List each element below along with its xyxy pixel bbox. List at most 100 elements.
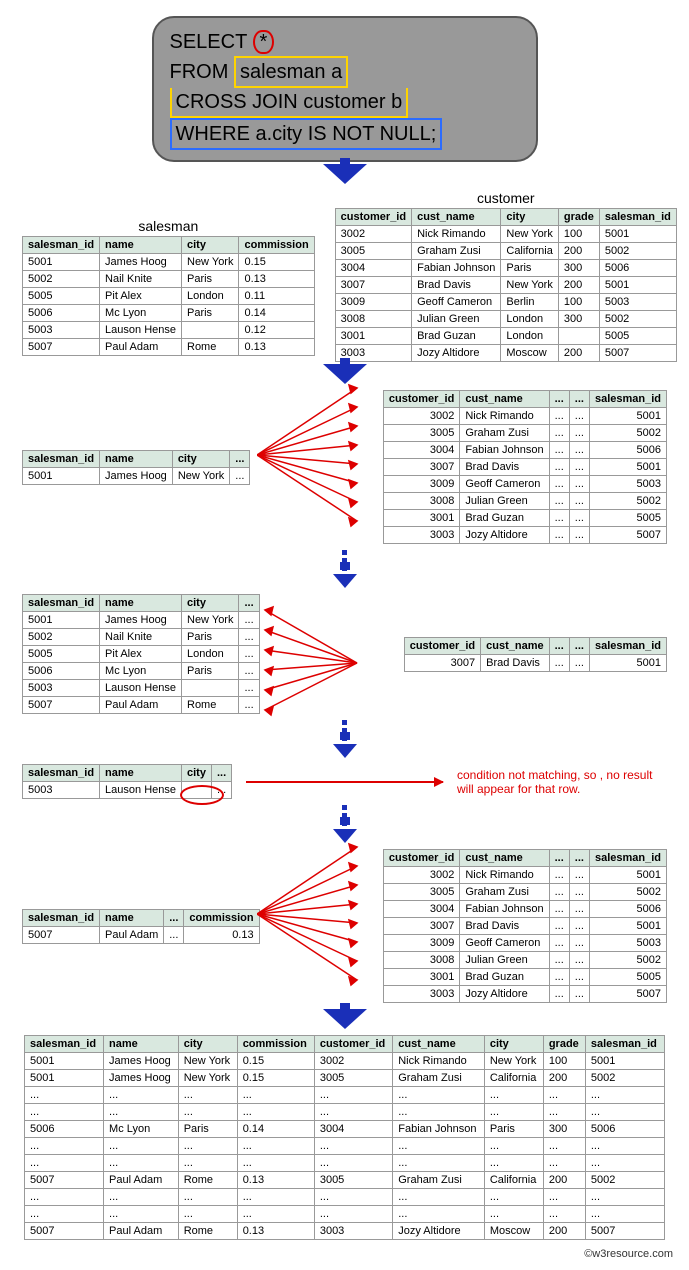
table-row: 3008Julian Green......5002: [383, 952, 666, 969]
table-cell: 5005: [23, 646, 100, 663]
table-cell: ...: [585, 1087, 664, 1104]
table-cell: ...: [104, 1138, 179, 1155]
table-header-cell: salesman_id: [23, 765, 100, 782]
table-row: 3002Nick RimandoNew York1005001: [335, 226, 676, 243]
table-cell: 0.12: [239, 322, 314, 339]
table-cell: Paul Adam: [104, 1172, 179, 1189]
table-cell: ...: [549, 986, 569, 1003]
table-cell: Paris: [178, 1121, 237, 1138]
table-cell: ...: [549, 867, 569, 884]
table-cell: ...: [569, 986, 589, 1003]
table-row: 5006Mc LyonParis0.14: [23, 305, 315, 322]
table-cell: 5005: [589, 510, 666, 527]
table-cell: 5007: [599, 345, 676, 362]
table-header-cell: city: [182, 765, 212, 782]
table-header-cell: cust_name: [481, 637, 549, 654]
table-cell: Jozy Altidore: [393, 1223, 485, 1240]
table-cell: 5003: [599, 294, 676, 311]
table-cell: Berlin: [501, 294, 558, 311]
table-row: 3001Brad Guzan......5005: [383, 969, 666, 986]
flow-arrow-icon: [333, 829, 357, 843]
step4-pair: salesman_idname...commission 5007Paul Ad…: [22, 849, 667, 1003]
step1-right-table: customer_idcust_name......salesman_id 30…: [383, 390, 667, 544]
table-cell: California: [484, 1070, 543, 1087]
table-cell: 3007: [404, 654, 480, 671]
table-cell: Graham Zusi: [412, 243, 501, 260]
table-cell: Rome: [178, 1223, 237, 1240]
sql-from: FROM: [170, 61, 229, 83]
table-cell: Brad Davis: [460, 918, 549, 935]
table-cell: 5003: [589, 476, 666, 493]
table-cell: 5005: [589, 969, 666, 986]
table-cell: ...: [164, 926, 184, 943]
table-cell: Pit Alex: [100, 288, 182, 305]
table-row: 3005Graham ZusiCalifornia2005002: [335, 243, 676, 260]
flow-arrow-icon: [333, 574, 357, 588]
table-cell: ...: [585, 1138, 664, 1155]
table-header-cell: ...: [164, 909, 184, 926]
table-cell: 5002: [23, 271, 100, 288]
condition-note: condition not matching, so , no result w…: [457, 768, 667, 796]
table-cell: 100: [543, 1053, 585, 1070]
table-cell: 5001: [23, 254, 100, 271]
table-cell: ...: [569, 459, 589, 476]
table-cell: Fabian Johnson: [393, 1121, 485, 1138]
table-cell: 5002: [23, 629, 100, 646]
table-cell: 5007: [23, 926, 100, 943]
table-cell: 0.13: [237, 1172, 314, 1189]
table-cell: 5003: [23, 322, 100, 339]
table-header-cell: city: [172, 450, 229, 467]
table-header-cell: ...: [211, 765, 231, 782]
table-cell: Mc Lyon: [100, 663, 182, 680]
table-header-cell: salesman_id: [25, 1036, 104, 1053]
table-cell: Jozy Altidore: [460, 527, 549, 544]
table-cell: Geoff Cameron: [460, 476, 549, 493]
table-cell: 5001: [585, 1053, 664, 1070]
table-cell: 100: [558, 226, 599, 243]
null-city-highlight-icon: [180, 785, 224, 805]
table-cell: ...: [393, 1206, 485, 1223]
table-cell: ...: [549, 527, 569, 544]
table-cell: 5002: [599, 243, 676, 260]
table-cell: ...: [484, 1104, 543, 1121]
table-cell: ...: [237, 1087, 314, 1104]
table-cell: 100: [558, 294, 599, 311]
table-cell: 5007: [585, 1223, 664, 1240]
table-cell: 5005: [23, 288, 100, 305]
table-header-cell: salesman_id: [599, 209, 676, 226]
table-row: 3002Nick Rimando......5001: [383, 867, 666, 884]
customer-table: customer_idcust_namecitygradesalesman_id…: [335, 208, 677, 362]
table-header-cell: city: [178, 1036, 237, 1053]
table-header-cell: name: [104, 1036, 179, 1053]
table-cell: London: [501, 311, 558, 328]
table-cell: London: [501, 328, 558, 345]
table-header-cell: city: [182, 595, 239, 612]
table-cell: 3003: [383, 527, 459, 544]
table-cell: ...: [585, 1206, 664, 1223]
table-cell: ...: [484, 1206, 543, 1223]
table-cell: 5001: [589, 459, 666, 476]
table-cell: ...: [549, 901, 569, 918]
table-row: 3005Graham Zusi......5002: [383, 425, 666, 442]
table-cell: ...: [314, 1138, 392, 1155]
table-cell: California: [484, 1172, 543, 1189]
table-cell: ...: [314, 1155, 392, 1172]
table-header-cell: ...: [239, 595, 259, 612]
flow-arrow-icon: [333, 744, 357, 758]
table-cell: ...: [569, 527, 589, 544]
table-cell: Moscow: [501, 345, 558, 362]
table-cell: Brad Guzan: [460, 969, 549, 986]
table-cell: Jozy Altidore: [412, 345, 501, 362]
table-cell: 3008: [335, 311, 411, 328]
table-header-cell: grade: [543, 1036, 585, 1053]
table-header-cell: salesman_id: [589, 850, 666, 867]
table-cell: Fabian Johnson: [460, 901, 549, 918]
table-cell: 300: [543, 1121, 585, 1138]
table-cell: ...: [104, 1206, 179, 1223]
table-cell: ...: [569, 952, 589, 969]
table-cell: ...: [237, 1138, 314, 1155]
table-cell: 5003: [23, 782, 100, 799]
table-cell: ...: [484, 1138, 543, 1155]
table-cell: 0.14: [237, 1121, 314, 1138]
table-cell: 200: [558, 345, 599, 362]
